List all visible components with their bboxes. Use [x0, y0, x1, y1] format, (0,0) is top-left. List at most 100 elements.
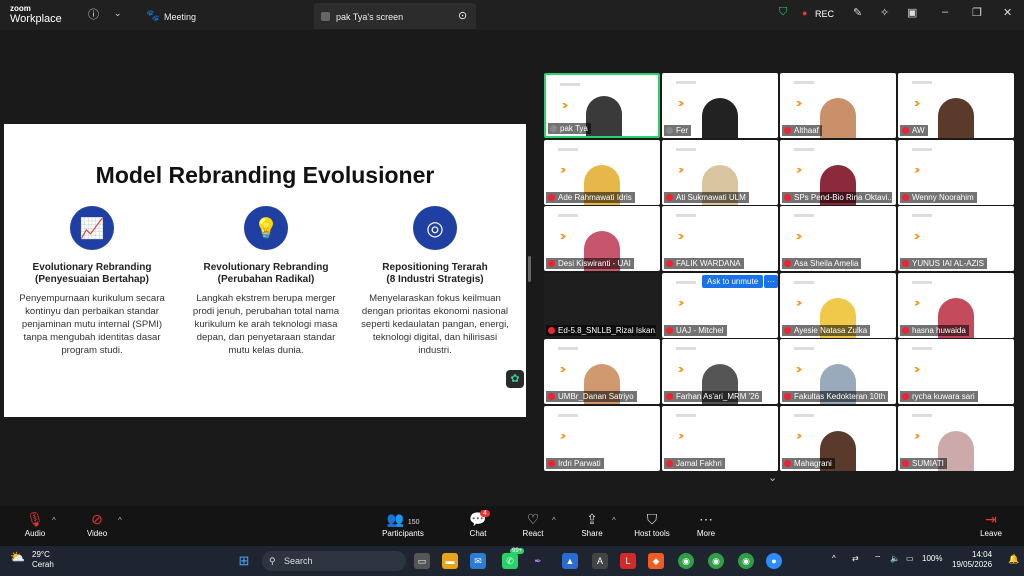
participant-tile[interactable]: Althaaf	[780, 73, 896, 138]
video-options-caret[interactable]: ^	[118, 516, 122, 525]
participant-name: rycha kuwara sari	[900, 391, 978, 402]
shield-icon[interactable]: ⛉	[779, 6, 787, 19]
participant-name: UMBr_Danan Satriyo	[546, 391, 637, 402]
tray-chevron-icon[interactable]: ^	[832, 554, 836, 563]
participant-name: Farhan As'ari_MRM '26	[664, 391, 763, 402]
react-options-caret[interactable]: ^	[552, 516, 556, 525]
chrome-profile-2-icon[interactable]: ◉	[738, 553, 754, 569]
webinar-banner	[676, 214, 696, 217]
participant-tile[interactable]: Wenny Noorahim	[898, 139, 1014, 205]
tab-meeting[interactable]: 🐾 Meeting	[138, 3, 308, 29]
people-icon: 👥 150	[386, 511, 420, 527]
mic-muted-icon	[784, 326, 791, 334]
letter-l-icon[interactable]: L	[620, 553, 636, 569]
participant-tile[interactable]: Irdri Parwati	[544, 405, 660, 471]
ask-to-unmute-button[interactable]: Ask to unmute	[702, 275, 764, 288]
participant-tile[interactable]: Fakultas Kedokteran 10th	[780, 339, 896, 404]
chevron-down-icon[interactable]: ⌄	[114, 8, 122, 19]
photos-icon[interactable]: ▲	[562, 553, 578, 569]
mic-muted-icon	[902, 127, 909, 134]
participant-tile[interactable]: YUNUS IAI AL-AZIS	[898, 206, 1014, 271]
participant-name: Irdri Parwati	[546, 457, 604, 469]
participant-tile[interactable]: Farhan As'ari_MRM '26	[662, 339, 778, 404]
participant-tile[interactable]: Fer	[662, 73, 778, 138]
participant-tile[interactable]: Desi Kiswiranti - UAI	[544, 206, 660, 271]
whatsapp-icon[interactable]: ✆	[502, 553, 518, 569]
windows-start-icon[interactable]: ⊞	[236, 553, 252, 569]
participant-tile[interactable]: rycha kuwara sari	[898, 339, 1014, 404]
chrome-profile-icon[interactable]: ◉	[708, 553, 724, 569]
participant-tile[interactable]: hasna huwaida	[898, 272, 1014, 338]
sparkle-icon[interactable]: ✧	[880, 6, 889, 19]
participant-tile[interactable]: AW	[898, 73, 1014, 138]
participant-name: Jamal Fakhri	[664, 457, 725, 469]
feather-icon[interactable]: ✒	[530, 553, 546, 569]
network-activity-icon[interactable]: ⇄	[852, 554, 859, 563]
volume-icon[interactable]: 🔈	[890, 554, 900, 563]
participant-tile[interactable]: Ayesie Natasa Zulka	[780, 272, 896, 338]
clock[interactable]: 14:04 19/05/2026	[952, 550, 992, 570]
task-view-icon[interactable]: ▭	[414, 553, 430, 569]
chatgpt-icon[interactable]: ✿	[506, 370, 524, 388]
share-button[interactable]: ⇪ Share	[580, 510, 604, 538]
video-button[interactable]: ⊘ Video	[84, 510, 110, 538]
search-icon: ⚲	[269, 556, 276, 566]
battery-icon[interactable]: ▭	[906, 554, 914, 563]
zoom-taskbar-icon[interactable]: ●	[766, 553, 782, 569]
participant-gallery: pak Tya Fer Althaaf AW Ade Rahmawati Idris At…	[544, 73, 1014, 471]
app-icon[interactable]: A	[592, 553, 608, 569]
participant-tile[interactable]: pak Tya	[544, 73, 660, 138]
participant-tile[interactable]: SUMIATI	[898, 405, 1014, 471]
mic-muted-icon	[548, 393, 555, 400]
taskbar-search[interactable]: ⚲ Search	[262, 551, 406, 571]
file-explorer-icon[interactable]: ▬	[442, 553, 458, 569]
chat-button[interactable]: 💬 Chat 4	[466, 510, 490, 538]
layout-icon[interactable]: ▣	[907, 6, 917, 19]
participant-tile[interactable]: Asa Sheila Amelia	[780, 206, 896, 271]
mic-muted-icon	[902, 393, 909, 400]
audio-options-caret[interactable]: ^	[52, 516, 56, 525]
participants-button[interactable]: 👥 150 Participants	[380, 510, 426, 538]
leave-button[interactable]: ⇥ Leave	[978, 510, 1004, 538]
chevron-decoration	[796, 367, 802, 372]
react-button[interactable]: ♡ React	[521, 510, 545, 538]
chevron-down-icon[interactable]: ⌄	[768, 471, 777, 484]
participant-tile[interactable]: Ade Rahmawati Idris	[544, 139, 660, 205]
minimize-icon[interactable]: –	[942, 6, 948, 18]
participant-tile[interactable]: Ati Sukmawati ULM	[662, 139, 778, 205]
participant-tile[interactable]: FALIK WARDANA	[662, 206, 778, 271]
participant-tile[interactable]: Jamal Fakhri	[662, 405, 778, 471]
splitter-handle[interactable]	[528, 256, 531, 282]
participant-tile[interactable]: SPs Pend-Bio Rina Oktavi...	[780, 139, 896, 205]
mic-muted-icon	[784, 127, 791, 134]
audio-button[interactable]: 🎙 Audio	[22, 510, 48, 538]
participant-name: SUMIATI	[900, 457, 947, 469]
host-tools-button[interactable]: ⛉ Host tools	[632, 510, 672, 538]
info-icon[interactable]: ⓘ	[88, 6, 99, 22]
participant-name: Mahagrani	[782, 457, 835, 469]
participant-tile[interactable]: Mahagrani	[780, 405, 896, 471]
slide-column-evolutionary: 📈 Evolutionary Rebranding (Penyesuaian B…	[17, 206, 167, 357]
mail-icon[interactable]: ✉	[470, 553, 486, 569]
brave-icon[interactable]: ◆	[648, 553, 664, 569]
close-icon[interactable]: ✕	[1003, 6, 1012, 19]
wifi-icon[interactable]: ⌔	[874, 554, 882, 564]
chrome-icon[interactable]: ◉	[678, 553, 694, 569]
notification-icon[interactable]: 🔔	[1008, 554, 1019, 565]
participant-tile[interactable]: Ed-5.8_SNLLB_Rizal Iskan...	[544, 272, 660, 338]
webinar-banner	[676, 347, 696, 350]
participant-tile[interactable]: UMBr_Danan Satriyo	[544, 339, 660, 404]
participant-name: Fakultas Kedokteran 10th	[782, 391, 889, 402]
chevron-decoration	[560, 167, 566, 173]
restore-icon[interactable]: ❐	[972, 6, 982, 19]
weather-widget[interactable]: ⛅ 29°C Cerah	[10, 550, 54, 570]
share-options-caret[interactable]: ^	[612, 516, 616, 525]
mic-muted-icon	[548, 459, 555, 467]
tile-more-button[interactable]: ···	[764, 275, 778, 288]
more-options-icon[interactable]: ⊙	[458, 9, 467, 22]
record-dot-icon: ●	[802, 8, 808, 18]
tab-shared-screen[interactable]: pak Tya's screen ⊙	[314, 3, 476, 29]
recording-label[interactable]: REC	[815, 9, 834, 19]
pen-icon[interactable]: ✎	[853, 6, 862, 19]
more-button[interactable]: ⋯ More	[694, 510, 718, 538]
